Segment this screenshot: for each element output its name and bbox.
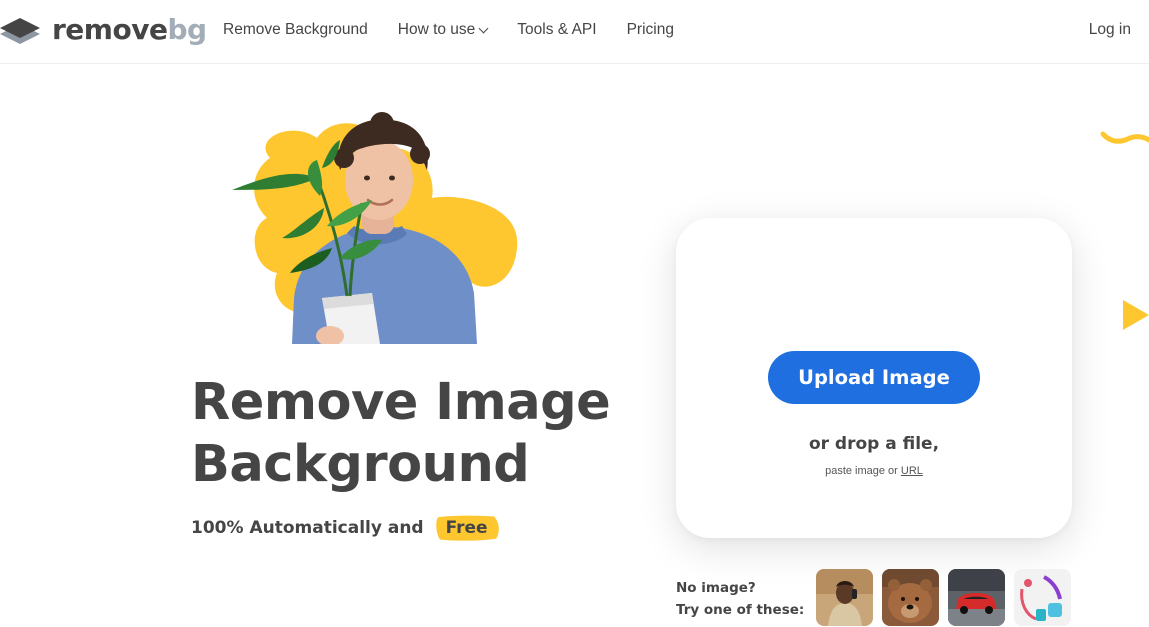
- bear-thumbnail-image: [882, 569, 939, 626]
- hero-subtitle-text: 100% Automatically and: [191, 518, 424, 538]
- sample-thumbnail-product[interactable]: [1014, 569, 1071, 626]
- logo-text-bg: bg: [167, 13, 207, 46]
- car-thumbnail-image: [948, 569, 1005, 626]
- drop-file-text: or drop a file,: [808, 434, 940, 454]
- yellow-triangle-decoration: [1123, 300, 1149, 330]
- nav-pricing[interactable]: Pricing: [627, 21, 674, 39]
- login-link[interactable]: Log in: [1089, 21, 1131, 39]
- yellow-squiggle-decoration: [1100, 131, 1149, 144]
- logo[interactable]: removebg: [0, 14, 207, 46]
- nav-how-to-use-label: How to use: [397, 21, 476, 38]
- logo-text-remove: remove: [52, 13, 168, 46]
- header: removebg Remove Background How to use To…: [0, 0, 1149, 64]
- paste-hint: paste image or URL: [676, 465, 1072, 477]
- hero-subtitle: 100% Automatically and Free: [191, 514, 500, 542]
- chevron-down-icon: [478, 23, 489, 33]
- hero-title-line1: Remove Image: [191, 373, 611, 432]
- hero-headline: Remove Image Background: [191, 372, 611, 496]
- product-thumbnail-image: [1014, 569, 1071, 626]
- hero-title-line2: Background: [191, 435, 530, 494]
- sample-thumbnail-bear[interactable]: [882, 569, 939, 626]
- logo-text: removebg: [52, 14, 207, 46]
- sample-prompt: No image? Try one of these:: [676, 577, 804, 621]
- main-nav: Remove Background How to use Tools & API…: [223, 21, 704, 39]
- upload-image-button[interactable]: Upload Image: [768, 351, 980, 404]
- person-thumbnail-image: [816, 569, 873, 626]
- free-badge: Free: [434, 514, 500, 542]
- logo-icon: [0, 18, 40, 44]
- upload-card[interactable]: Upload Image or drop a file, paste image…: [676, 218, 1072, 538]
- sample-prompt-line1: No image?: [676, 580, 756, 596]
- free-badge-text: Free: [445, 518, 488, 538]
- sample-prompt-line2: Try one of these:: [676, 602, 805, 618]
- sample-thumbnail-car[interactable]: [948, 569, 1005, 626]
- nav-tools-api[interactable]: Tools & API: [517, 21, 596, 39]
- nav-how-to-use[interactable]: How to use: [397, 21, 489, 39]
- hero-image: [232, 112, 518, 344]
- paste-hint-text: paste image or: [825, 465, 898, 477]
- url-link[interactable]: URL: [901, 465, 923, 477]
- sample-thumbnail-person[interactable]: [816, 569, 873, 626]
- nav-remove-background[interactable]: Remove Background: [223, 21, 368, 39]
